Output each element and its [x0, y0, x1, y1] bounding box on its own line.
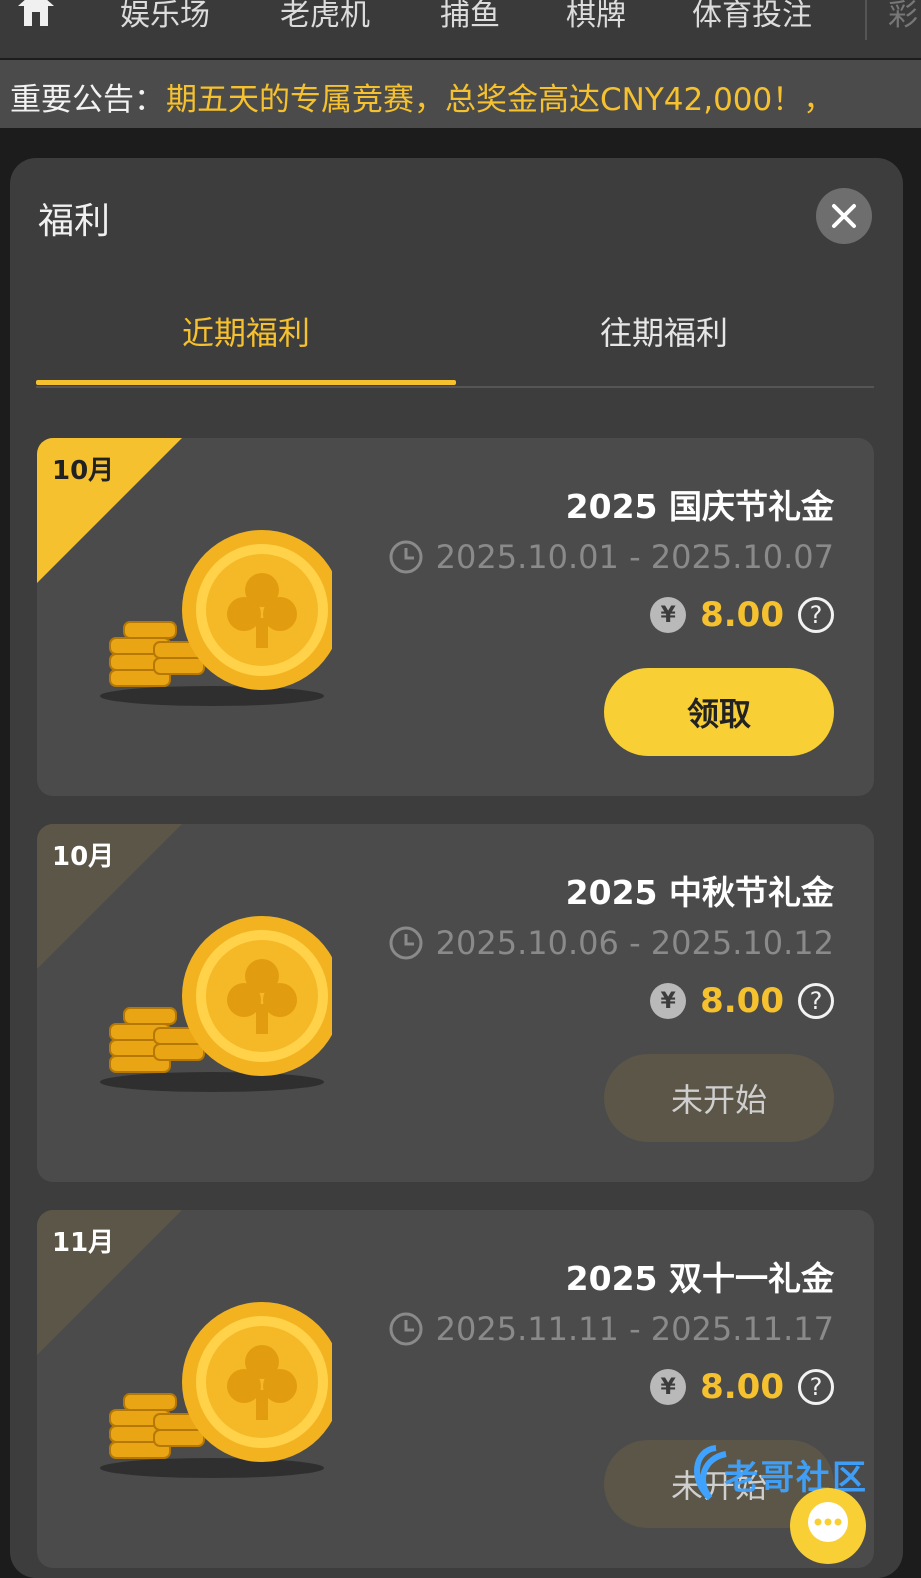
chat-button[interactable]	[790, 1488, 866, 1564]
month-label: 10月	[52, 842, 115, 872]
help-icon[interactable]: ?	[798, 983, 834, 1019]
clock-icon	[389, 1312, 423, 1346]
welfare-panel: 福利 近期福利 往期福利 10月 2025 国庆节礼金 2025.10.01 -…	[10, 158, 903, 1578]
nav-item-slots[interactable]: 老虎机	[280, 0, 370, 34]
welfare-amount: ¥ 8.00 ?	[650, 979, 834, 1023]
close-button[interactable]	[816, 188, 872, 244]
gold-coin-icon	[100, 916, 332, 1092]
welfare-card: 10月 2025 国庆节礼金 2025.10.01 - 2025.10.07 ¥…	[37, 438, 874, 796]
tab-divider	[36, 386, 874, 388]
yen-icon: ¥	[650, 597, 687, 633]
nav-item-casino[interactable]: 娱乐场	[120, 0, 210, 34]
amount-value: 8.00	[700, 1367, 784, 1407]
nav-divider	[865, 0, 867, 40]
month-label: 10月	[52, 456, 115, 486]
date-range: 2025.10.06 - 2025.10.12	[435, 924, 834, 962]
welfare-title: 2025 中秋节礼金	[565, 873, 834, 912]
announcement-bar[interactable]: 重要公告： 期五天的专属竞赛，总奖金高达CNY42,000！，	[0, 60, 921, 128]
amount-value: 8.00	[700, 981, 784, 1021]
help-icon[interactable]: ?	[798, 1369, 834, 1405]
gold-coin-icon	[100, 530, 332, 706]
help-icon[interactable]: ?	[798, 597, 834, 633]
date-range: 2025.11.11 - 2025.11.17	[435, 1310, 834, 1348]
announcement-marquee: 期五天的专属竞赛，总奖金高达CNY42,000！，	[166, 74, 906, 118]
welfare-date: 2025.11.11 - 2025.11.17	[388, 1310, 834, 1348]
nav-item-sports[interactable]: 体育投注	[692, 0, 812, 34]
clock-icon	[389, 540, 423, 574]
tab-past-welfare[interactable]: 往期福利	[454, 308, 874, 354]
nav-item-fishing[interactable]: 捕鱼	[440, 0, 500, 34]
welfare-title: 2025 双十一礼金	[565, 1259, 834, 1298]
yen-icon: ¥	[650, 1369, 687, 1405]
nav-item-lottery[interactable]: 彩	[888, 0, 918, 34]
tab-active-indicator	[36, 380, 456, 385]
welfare-amount: ¥ 8.00 ?	[650, 593, 834, 637]
not-started-button: 未开始	[604, 1054, 834, 1142]
clock-icon	[389, 926, 423, 960]
home-icon[interactable]	[14, 0, 58, 30]
close-icon	[832, 204, 856, 228]
announcement-text: 期五天的专属竞赛，总奖金高达CNY42,000！，	[166, 82, 835, 118]
gold-coin-icon	[100, 1302, 332, 1478]
month-label: 11月	[52, 1228, 115, 1258]
nav-item-cards[interactable]: 棋牌	[566, 0, 626, 34]
claim-button[interactable]: 领取	[604, 668, 834, 756]
welfare-card: 11月 2025 双十一礼金 2025.11.11 - 2025.11.17 ¥…	[37, 1210, 874, 1568]
yen-icon: ¥	[650, 983, 687, 1019]
amount-value: 8.00	[700, 595, 784, 635]
date-range: 2025.10.01 - 2025.10.07	[435, 538, 834, 576]
tab-recent-welfare[interactable]: 近期福利	[36, 308, 456, 354]
announcement-label: 重要公告：	[10, 82, 165, 118]
chat-bubble-icon	[808, 1502, 848, 1542]
welfare-amount: ¥ 8.00 ?	[650, 1365, 834, 1409]
panel-title: 福利	[38, 201, 111, 242]
top-nav: 娱乐场 老虎机 捕鱼 棋牌 体育投注 彩	[0, 0, 921, 58]
welfare-date: 2025.10.06 - 2025.10.12	[388, 924, 834, 962]
welfare-title: 2025 国庆节礼金	[565, 487, 834, 526]
welfare-card: 10月 2025 中秋节礼金 2025.10.06 - 2025.10.12 ¥…	[37, 824, 874, 1182]
welfare-date: 2025.10.01 - 2025.10.07	[388, 538, 834, 576]
